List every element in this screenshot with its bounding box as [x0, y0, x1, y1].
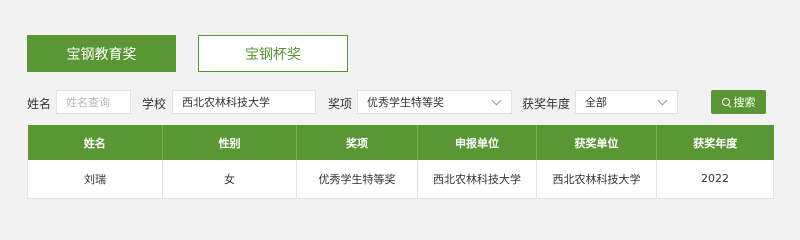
- header-award: 奖项: [296, 125, 418, 160]
- cell-award-year: 2022: [656, 160, 774, 199]
- table-row: 刘瑞 女 优秀学生特等奖 西北农林科技大学 西北农林科技大学 2022: [27, 160, 774, 199]
- school-input[interactable]: 西北农林科技大学: [172, 90, 316, 114]
- chevron-down-icon: [657, 95, 668, 105]
- cell-winning-unit: 西北农林科技大学: [536, 160, 657, 199]
- year-label: 获奖年度: [522, 97, 571, 111]
- year-select[interactable]: 全部: [575, 90, 678, 114]
- name-label: 姓名: [27, 97, 52, 111]
- cell-name: 刘瑞: [27, 160, 163, 199]
- tab-label: 宝钢教育奖: [66, 46, 137, 63]
- award-value: 优秀学生特等奖: [367, 96, 444, 109]
- school-value: 西北农林科技大学: [182, 96, 270, 109]
- award-label: 奖项: [328, 97, 353, 111]
- header-winning-unit: 获奖单位: [536, 125, 657, 160]
- cell-gender: 女: [162, 160, 297, 199]
- table-header-row: 姓名 性别 奖项 申报单位 获奖单位 获奖年度: [27, 125, 774, 160]
- tab-label: 宝钢杯奖: [245, 46, 301, 63]
- header-award-year: 获奖年度: [656, 125, 774, 160]
- search-button-label: 搜索: [733, 96, 756, 109]
- tab-baosteel-education-award[interactable]: 宝钢教育奖: [27, 35, 176, 72]
- page: 宝钢教育奖 宝钢杯奖 姓名 姓名查询 学校 西北农林科技大学 奖项 优秀学生特等…: [0, 0, 800, 204]
- tab-baosteel-cup-award[interactable]: 宝钢杯奖: [198, 35, 348, 72]
- header-applying-unit: 申报单位: [417, 125, 537, 160]
- cell-award: 优秀学生特等奖: [296, 160, 418, 199]
- name-search-input[interactable]: 姓名查询: [56, 90, 131, 114]
- chevron-down-icon: [491, 95, 502, 105]
- name-placeholder: 姓名查询: [66, 96, 110, 109]
- header-name: 姓名: [27, 125, 163, 160]
- school-label: 学校: [142, 97, 167, 111]
- header-gender: 性别: [162, 125, 297, 160]
- search-icon: [721, 98, 730, 106]
- award-select[interactable]: 优秀学生特等奖: [357, 90, 512, 114]
- cell-applying-unit: 西北农林科技大学: [417, 160, 537, 199]
- year-value: 全部: [585, 96, 607, 109]
- awards-table: 姓名 性别 奖项 申报单位 获奖单位 获奖年度 刘瑞 女 优秀学生特等奖 西北农…: [27, 125, 774, 199]
- search-button[interactable]: 搜索: [711, 90, 766, 114]
